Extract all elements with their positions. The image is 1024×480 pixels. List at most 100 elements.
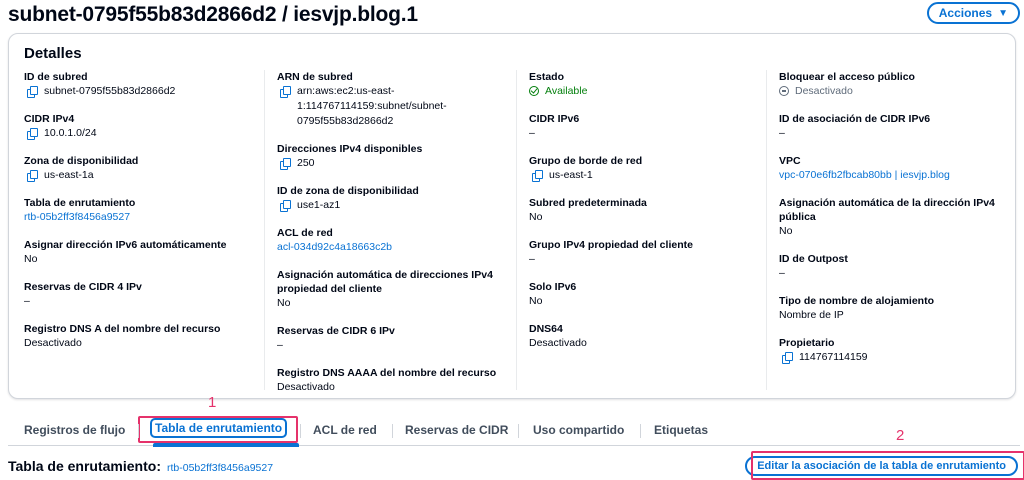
detail-field: ID de Outpost –: [779, 252, 1004, 281]
details-column-3: Estado Available CIDR IPv6 – Grupo de borde …: [516, 70, 754, 390]
detail-value: 250: [277, 156, 502, 171]
detail-label: Grupo de borde de red: [529, 155, 643, 167]
detail-value: Desactivado: [277, 380, 502, 395]
tab-cidr-reservations[interactable]: Reservas de CIDR: [405, 423, 508, 437]
detail-field: ARN de subred arn:aws:ec2:us-east-1:11476…: [277, 70, 502, 129]
detail-label: Estado: [529, 71, 565, 83]
detail-field: Subred predeterminada No: [529, 196, 754, 225]
detail-field: Asignación automática de la dirección IP…: [779, 196, 1004, 239]
detail-value: use1-az1: [277, 198, 502, 213]
detail-value-text: –: [779, 267, 785, 279]
detail-label: Reservas de CIDR 6 IPv: [277, 325, 395, 337]
detail-label: CIDR IPv4: [24, 113, 75, 125]
detail-value-text: 10.0.1.0/24: [44, 127, 97, 139]
detail-label: Tipo de nombre de alojamiento: [779, 295, 934, 307]
tab-sharing[interactable]: Uso compartido: [533, 423, 624, 437]
tab-flow-logs[interactable]: Registros de flujo: [24, 423, 125, 437]
annotation-box-2: [751, 451, 1024, 480]
detail-value-text: No: [529, 211, 543, 223]
detail-value-text: Desactivado: [277, 381, 335, 393]
tab-separator: [518, 424, 519, 438]
copy-icon[interactable]: [27, 86, 38, 98]
tab-route-table-label: Tabla de enrutamiento: [150, 418, 288, 438]
detail-value: Nombre de IP: [779, 308, 1004, 323]
detail-field: Grupo IPv4 propiedad del cliente –: [529, 238, 754, 267]
detail-value: No: [277, 296, 502, 311]
detail-label: Asignación automática de la dirección IP…: [779, 197, 995, 223]
detail-label: CIDR IPv6: [529, 113, 580, 125]
detail-field: Solo IPv6 No: [529, 280, 754, 309]
detail-value: us-east-1a: [24, 168, 262, 183]
detail-value-text: subnet-0795f55b83d2866d2: [44, 85, 176, 97]
copy-icon[interactable]: [782, 352, 793, 364]
detail-value: –: [529, 252, 754, 267]
detail-field: Reservas de CIDR 4 IPv –: [24, 280, 262, 309]
detail-value-text: Nombre de IP: [779, 309, 844, 321]
detail-value-text: 114767114159: [799, 351, 868, 363]
details-title: Detalles: [24, 45, 82, 62]
detail-label: ID de zona de disponibilidad: [277, 185, 419, 197]
tab-tags[interactable]: Etiquetas: [654, 423, 708, 437]
detail-field: CIDR IPv4 10.0.1.0/24: [24, 112, 262, 141]
detail-value-text: us-east-1a: [44, 169, 94, 181]
detail-field: ID de zona de disponibilidad use1-az1: [277, 184, 502, 213]
tab-bar: Registros de flujo Tabla de enrutamiento…: [8, 416, 1020, 447]
copy-icon[interactable]: [280, 200, 291, 212]
actions-button-label: Acciones: [938, 6, 993, 20]
details-column-2: ARN de subred arn:aws:ec2:us-east-1:11476…: [264, 70, 502, 393]
detail-field: Registro DNS A del nombre del recurso Des…: [24, 322, 262, 351]
detail-value-text: vpc-070e6fb2fbcab80bb | iesvjp.blog: [779, 169, 950, 181]
detail-field: Direcciones IPv4 disponibles 250: [277, 142, 502, 171]
copy-icon[interactable]: [27, 128, 38, 140]
detail-value: No: [779, 224, 1004, 239]
tab-separator: [300, 424, 301, 438]
detail-value-text: Desactivado: [795, 85, 853, 97]
detail-value: arn:aws:ec2:us-east-1:114767114159:subne…: [277, 84, 502, 129]
detail-label: Asignación automática de direcciones IPv…: [277, 269, 493, 295]
detail-value: –: [277, 338, 502, 353]
detail-field: Asignación automática de direcciones IPv…: [277, 268, 502, 311]
detail-field: ACL de red acl-034d92c4a18663c2b: [277, 226, 502, 255]
detail-value-text: –: [529, 253, 535, 265]
detail-value: No: [529, 294, 754, 309]
detail-value: us-east-1: [529, 168, 754, 183]
detail-value-text: use1-az1: [297, 199, 341, 211]
detail-field: Asignar dirección IPv6 automáticamente No: [24, 238, 262, 267]
detail-value-link[interactable]: vpc-070e6fb2fbcab80bb | iesvjp.blog: [779, 168, 1004, 183]
detail-field: VPC vpc-070e6fb2fbcab80bb | iesvjp.blog: [779, 154, 1004, 183]
copy-icon[interactable]: [280, 158, 291, 170]
detail-field: Bloquear el acceso público Desactivado: [779, 70, 1004, 99]
detail-label: Subred predeterminada: [529, 197, 647, 209]
detail-field: Zona de disponibilidad us-east-1a: [24, 154, 262, 183]
detail-label: Reservas de CIDR 4 IPv: [24, 281, 142, 293]
detail-value-text: Desactivado: [529, 337, 587, 349]
detail-value: –: [24, 294, 262, 309]
tab-route-table[interactable]: Tabla de enrutamiento: [150, 418, 288, 438]
detail-value: No: [529, 210, 754, 225]
detail-label: Bloquear el acceso público: [779, 71, 915, 83]
detail-label: ARN de subred: [277, 71, 353, 83]
tab-network-acl[interactable]: ACL de red: [313, 423, 377, 437]
copy-icon[interactable]: [280, 86, 291, 98]
copy-icon[interactable]: [27, 170, 38, 182]
detail-field: CIDR IPv6 –: [529, 112, 754, 141]
detail-value-text: acl-034d92c4a18663c2b: [277, 241, 393, 253]
detail-value: Desactivado: [24, 336, 262, 351]
detail-value: Desactivado: [529, 336, 754, 351]
detail-field: Estado Available: [529, 70, 754, 99]
detail-field: Tipo de nombre de alojamiento Nombre de I…: [779, 294, 1004, 323]
detail-value: –: [779, 126, 1004, 141]
detail-field: DNS64 Desactivado: [529, 322, 754, 351]
copy-icon[interactable]: [532, 170, 543, 182]
route-table-id-link[interactable]: rtb-05b2ff3f8456a9527: [167, 462, 273, 474]
detail-value-link[interactable]: acl-034d92c4a18663c2b: [277, 240, 502, 255]
detail-value-link[interactable]: rtb-05b2ff3f8456a9527: [24, 210, 262, 225]
detail-label: ID de subred: [24, 71, 88, 83]
detail-field: Propietario 114767114159: [779, 336, 1004, 365]
actions-button[interactable]: Acciones ▼: [926, 2, 1020, 24]
detail-value-text: Available: [545, 85, 588, 97]
detail-value: No: [24, 252, 262, 267]
detail-value-text: No: [24, 253, 38, 265]
page-header: subnet-0795f55b83d2866d2 / iesvjp.blog.1…: [8, 0, 1020, 30]
tab-separator: [138, 424, 139, 438]
